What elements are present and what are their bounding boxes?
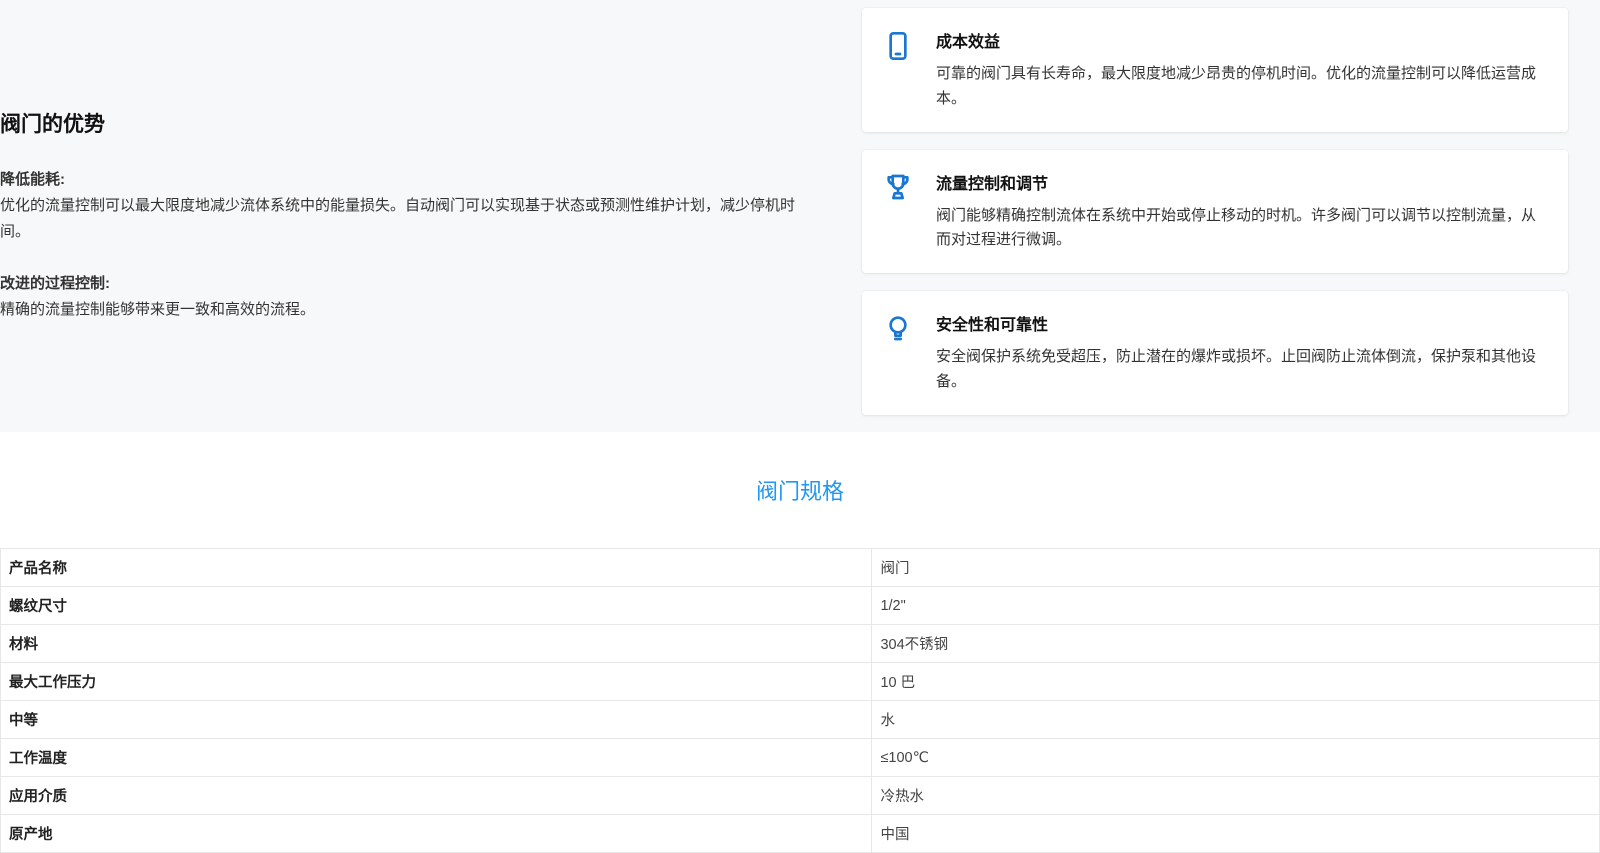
table-row: 应用介质 冷热水 (1, 777, 1600, 815)
spec-label: 原产地 (1, 815, 872, 853)
card-text: 阀门能够精确控制流体在系统中开始或停止移动的时机。许多阀门可以调节以控制流量，从… (936, 204, 1544, 254)
advantages-section: 阀门的优势 降低能耗: 优化的流量控制可以最大限度地减少流体系统中的能量损失。自… (0, 0, 1600, 432)
advantages-title: 阀门的优势 (0, 108, 830, 138)
spec-label: 工作温度 (1, 739, 872, 777)
spec-label: 应用介质 (1, 777, 872, 815)
spec-value: 阀门 (872, 549, 1600, 587)
spec-label: 最大工作压力 (1, 663, 872, 701)
feature-card-flow: 流量控制和调节 阀门能够精确控制流体在系统中开始或停止移动的时机。许多阀门可以调… (862, 150, 1568, 274)
spec-value: 10 巴 (872, 663, 1600, 701)
advantage-heading: 改进的过程控制: (0, 272, 830, 293)
table-row: 中等 水 (1, 701, 1600, 739)
table-row: 产品名称 阀门 (1, 549, 1600, 587)
spec-value: 1/2" (872, 587, 1600, 625)
spec-value: ≤100℃ (872, 739, 1600, 777)
card-title: 流量控制和调节 (936, 168, 1544, 194)
advantage-block: 改进的过程控制: 精确的流量控制能够带来更一致和高效的流程。 (0, 272, 830, 323)
phone-icon (882, 26, 918, 112)
advantages-column: 阀门的优势 降低能耗: 优化的流量控制可以最大限度地减少流体系统中的能量损失。自… (0, 8, 830, 349)
card-body: 成本效益 可靠的阀门具有长寿命，最大限度地减少昂贵的停机时间。优化的流量控制可以… (936, 26, 1544, 112)
advantage-block: 降低能耗: 优化的流量控制可以最大限度地减少流体系统中的能量损失。自动阀门可以实… (0, 168, 830, 246)
feature-card-cost: 成本效益 可靠的阀门具有长寿命，最大限度地减少昂贵的停机时间。优化的流量控制可以… (862, 8, 1568, 132)
advantage-text: 精确的流量控制能够带来更一致和高效的流程。 (0, 297, 820, 323)
advantage-heading: 降低能耗: (0, 168, 830, 189)
spec-value: 水 (872, 701, 1600, 739)
card-text: 安全阀保护系统免受超压，防止潜在的爆炸或损坏。止回阀防止流体倒流，保护泵和其他设… (936, 345, 1544, 395)
card-title: 安全性和可靠性 (936, 309, 1544, 335)
table-row: 原产地 中国 (1, 815, 1600, 853)
card-title: 成本效益 (936, 26, 1544, 52)
trophy-icon (882, 168, 918, 254)
spec-title: 阀门规格 (0, 474, 1600, 506)
spec-label: 中等 (1, 701, 872, 739)
table-row: 螺纹尺寸 1/2" (1, 587, 1600, 625)
spec-section: 阀门规格 产品名称 阀门 螺纹尺寸 1/2" 材料 304不锈钢 最大工作压力 … (0, 432, 1600, 853)
card-body: 流量控制和调节 阀门能够精确控制流体在系统中开始或停止移动的时机。许多阀门可以调… (936, 168, 1544, 254)
feature-card-safety: 安全性和可靠性 安全阀保护系统免受超压，防止潜在的爆炸或损坏。止回阀防止流体倒流… (862, 291, 1568, 415)
table-row: 材料 304不锈钢 (1, 625, 1600, 663)
table-row: 最大工作压力 10 巴 (1, 663, 1600, 701)
advantage-text: 优化的流量控制可以最大限度地减少流体系统中的能量损失。自动阀门可以实现基于状态或… (0, 193, 820, 246)
table-row: 工作温度 ≤100℃ (1, 739, 1600, 777)
card-body: 安全性和可靠性 安全阀保护系统免受超压，防止潜在的爆炸或损坏。止回阀防止流体倒流… (936, 309, 1544, 395)
spec-table: 产品名称 阀门 螺纹尺寸 1/2" 材料 304不锈钢 最大工作压力 10 巴 … (0, 548, 1600, 853)
spec-label: 螺纹尺寸 (1, 587, 872, 625)
lightbulb-icon (882, 309, 918, 395)
feature-cards: 成本效益 可靠的阀门具有长寿命，最大限度地减少昂贵的停机时间。优化的流量控制可以… (862, 8, 1568, 433)
spec-value: 中国 (872, 815, 1600, 853)
card-text: 可靠的阀门具有长寿命，最大限度地减少昂贵的停机时间。优化的流量控制可以降低运营成… (936, 62, 1544, 112)
spec-label: 材料 (1, 625, 872, 663)
spec-value: 冷热水 (872, 777, 1600, 815)
spec-label: 产品名称 (1, 549, 872, 587)
spec-value: 304不锈钢 (872, 625, 1600, 663)
